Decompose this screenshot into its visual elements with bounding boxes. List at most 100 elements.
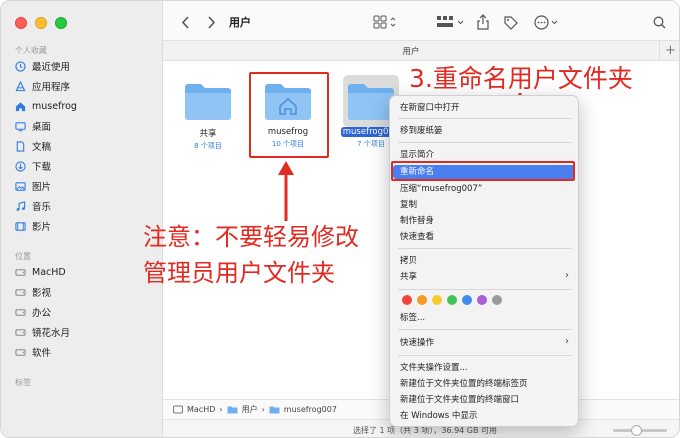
menu-item-quick-look[interactable]: 快速查看 [400,230,434,244]
finder-window: 个人收藏 最近使用 应用程序 musefrog 桌面 文稿 下载 图片 音乐 影… [0,0,680,438]
menu-item-show-in-windows[interactable]: 在 Windows 中显示 [400,409,477,423]
chevron-right-icon [207,15,215,29]
sidebar-item-applications[interactable]: 应用程序 [15,77,70,95]
search-button[interactable] [651,13,667,31]
sidebar-item-recents[interactable]: 最近使用 [15,57,70,75]
menu-item-make-alias[interactable]: 制作替身 [400,214,434,228]
clock-icon [15,60,26,72]
menu-item-open-new-window[interactable]: 在新窗口中打开 [400,101,460,115]
annotation-step: 3.重命名用户文件夹 [409,64,633,93]
annotation-arrow-up [278,161,294,221]
close-window-button[interactable] [15,17,27,29]
folder-item-count: 8 个项目 [194,142,222,150]
sidebar-item-volume-mirror[interactable]: 镜花水月 [15,323,70,341]
menu-item-compress[interactable]: 压缩“musefrog007” [400,182,482,196]
folder-shared[interactable]: 共享 8 个项目 [173,81,243,151]
sidebar-item-music[interactable]: 音乐 [15,197,51,215]
folder-name: 共享 [199,129,217,139]
group-button[interactable] [435,13,467,31]
share-button[interactable] [475,13,491,31]
disk-icon [173,405,183,414]
folder-icon [185,84,231,120]
grid-view-icon [373,15,396,29]
tag-orange[interactable] [417,295,427,305]
menu-item-get-info[interactable]: 显示简介 [400,148,434,162]
tag-purple[interactable] [477,295,487,305]
tag-gray[interactable] [492,295,502,305]
sidebar-item-movies[interactable]: 影片 [15,217,51,235]
document-icon [15,140,26,152]
disk-icon [15,287,26,298]
slider-knob[interactable] [631,425,642,436]
tab-bar: 用户 + [163,41,679,61]
menu-separator [398,142,572,143]
zoom-window-button[interactable] [55,17,67,29]
sidebar-item-label: 办公 [32,308,52,319]
annotation-note-line1: 注意：不要轻易修改 [143,223,359,251]
sidebar-item-volume-software[interactable]: 软件 [15,343,51,361]
menu-item-copy[interactable]: 拷贝 [400,254,417,268]
tags-section-label: 标签 [15,378,31,387]
tag-yellow[interactable] [432,295,442,305]
tag-blue[interactable] [462,295,472,305]
menu-item-quick-actions[interactable]: 快速操作 [400,336,434,350]
disk-icon [15,307,26,318]
sidebar-item-label: 桌面 [32,122,52,133]
desktop-icon [15,121,26,132]
sidebar-item-documents[interactable]: 文稿 [15,137,51,155]
menu-item-folder-actions[interactable]: 文件夹操作设置... [400,361,468,375]
view-mode-button[interactable] [371,13,401,31]
movie-icon [15,221,26,232]
menu-item-duplicate[interactable]: 复制 [400,198,417,212]
disk-icon [15,327,26,338]
action-menu-button[interactable] [533,13,561,31]
sidebar-item-volume-film[interactable]: 影视 [15,283,51,301]
sidebar-item-home[interactable]: musefrog [15,97,77,115]
sidebar-item-label: 影片 [32,222,52,233]
sidebar-item-label: 应用程序 [32,82,71,93]
home-icon [15,101,26,112]
icon-size-slider[interactable] [613,425,667,436]
menu-item-move-to-trash[interactable]: 移到废纸篓 [400,124,443,138]
menu-separator [398,248,572,249]
disk-icon [15,267,26,278]
sidebar-item-label: 文稿 [32,142,52,153]
menu-item-share[interactable]: 共享 [400,270,572,284]
chevron-left-icon [181,15,189,29]
menu-item-new-terminal-tab[interactable]: 新建位于文件夹位置的终端标签页 [400,377,528,391]
menu-separator [398,329,572,330]
minimize-window-button[interactable] [35,17,47,29]
path-segment-machd[interactable]: MacHD [187,405,215,414]
menu-item-label: 共享 [400,272,418,282]
menu-item-new-terminal-window[interactable]: 新建位于文件夹位置的终端窗口 [400,393,519,407]
share-icon [477,14,489,30]
annotation-highlight-rename [391,161,575,181]
folder-icon [269,406,280,414]
sidebar-item-label: 下载 [32,162,52,173]
group-icon [437,16,464,27]
tag-green[interactable] [447,295,457,305]
sidebar-item-label: 图片 [32,182,52,193]
tab-title[interactable]: 用户 [163,45,659,57]
forward-button[interactable] [203,13,219,31]
toolbar: 用户 [163,1,679,41]
sidebar-item-label: 影视 [32,288,52,299]
tag-red[interactable] [402,295,412,305]
search-icon [653,16,665,28]
chevron-right-icon: › [261,405,265,414]
sidebar-item-downloads[interactable]: 下载 [15,157,51,175]
sidebar-item-desktop[interactable]: 桌面 [15,117,51,135]
menu-item-tags[interactable]: 标签... [400,311,425,325]
tag-button[interactable] [501,13,519,31]
apps-icon [15,80,26,92]
sidebar-item-volume-office[interactable]: 办公 [15,303,51,321]
sidebar-item-pictures[interactable]: 图片 [15,177,51,195]
new-tab-button[interactable]: + [659,41,679,61]
menu-separator [398,289,572,290]
folder-icon [227,406,238,414]
path-segment-musefrog007[interactable]: musefrog007 [284,405,337,414]
path-segment-users[interactable]: 用户 [242,404,258,415]
back-button[interactable] [177,13,193,31]
picture-icon [15,181,26,192]
sidebar-item-machd[interactable]: MacHD [15,263,66,281]
